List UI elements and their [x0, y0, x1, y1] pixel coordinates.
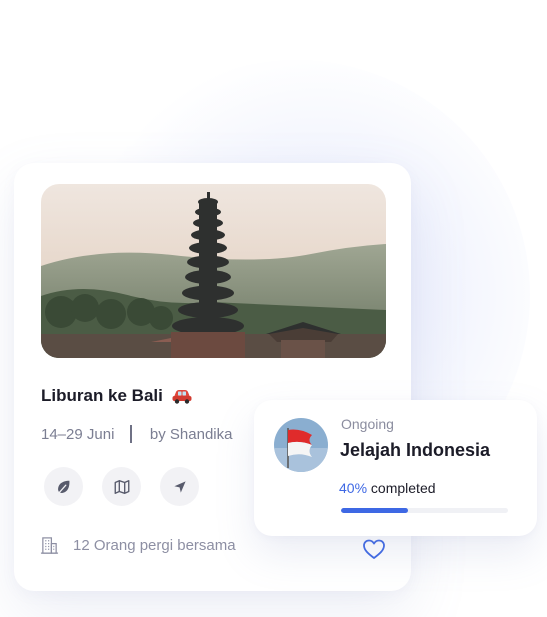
car-icon — [171, 388, 193, 404]
heart-icon — [363, 539, 385, 559]
progress-suffix: completed — [370, 480, 436, 496]
people-count: 12 Orang pergi bersama — [73, 537, 236, 554]
leaf-icon — [57, 480, 69, 494]
trip-status: Ongoing — [341, 416, 394, 432]
indonesia-flag-avatar — [274, 418, 328, 472]
trip-author: by Shandika — [149, 425, 233, 443]
trip-photo — [41, 184, 386, 358]
leaf-button[interactable] — [44, 467, 83, 506]
navigation-button[interactable] — [160, 467, 199, 506]
people-row: 12 Orang pergi bersama — [40, 536, 236, 555]
meta-divider — [130, 425, 132, 443]
navigation-icon — [173, 480, 186, 493]
trip-title-row: Liburan ke Bali — [41, 386, 193, 406]
progress-bar-fill — [341, 508, 408, 513]
progress-percent: 40% — [339, 480, 368, 496]
progress-text: 40% completed — [339, 480, 436, 496]
ongoing-trip-name: Jelajah Indonesia — [340, 440, 491, 460]
building-icon — [40, 537, 59, 554]
map-icon — [114, 479, 129, 494]
trip-meta: 14–29 Juni by Shandika — [41, 425, 232, 443]
trip-dates: 14–29 Juni — [41, 425, 115, 443]
progress-bar — [341, 508, 508, 513]
trip-action-row — [44, 467, 199, 506]
favorite-button[interactable] — [361, 537, 387, 561]
map-button[interactable] — [102, 467, 141, 506]
trip-title: Liburan ke Bali — [41, 386, 163, 405]
